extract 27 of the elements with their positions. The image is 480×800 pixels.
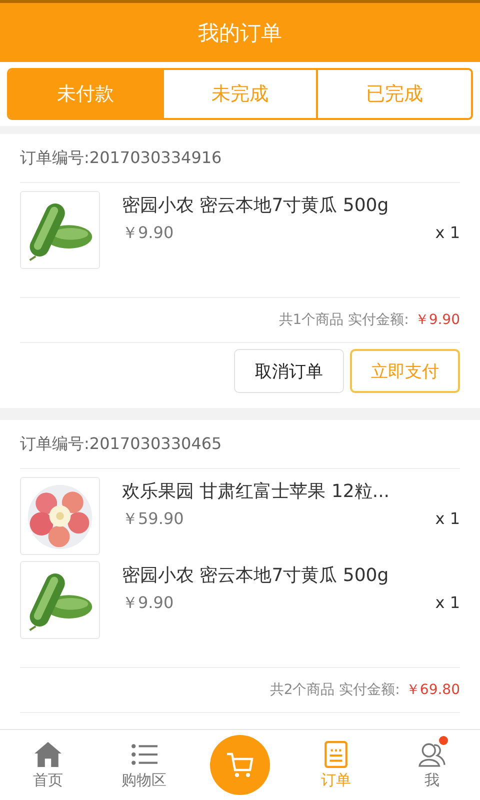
nav-tab[interactable]: 订单 <box>288 730 384 800</box>
product-name: 密园小农 密云本地7寸黄瓜 500g <box>122 564 390 587</box>
page-title: 我的订单 <box>0 3 480 62</box>
product-name: 密园小农 密云本地7寸黄瓜 500g <box>122 194 390 217</box>
order-number: 订单编号:2017030330465 <box>20 420 460 469</box>
nav-tab[interactable]: 我 <box>384 730 480 800</box>
order-summary: 共2个商品 实付金额: <box>270 681 400 699</box>
product-price: ￥59.90 <box>122 509 184 530</box>
nav-tab[interactable]: 购物区 <box>96 730 192 800</box>
product-quantity: x 1 <box>435 223 460 244</box>
order-total: ￥9.90 <box>414 311 460 329</box>
order-total: ￥69.80 <box>406 681 460 699</box>
home-icon <box>33 740 63 768</box>
nav-tab[interactable]: 首页 <box>0 730 96 800</box>
product-name: 欢乐果园 甘肃红富士苹果 12粒... <box>122 480 391 503</box>
product-price: ￥9.90 <box>122 593 174 614</box>
order-tab[interactable]: 已完成 <box>316 70 471 118</box>
order-summary: 共1个商品 实付金额: <box>278 311 409 329</box>
order-number: 订单编号:2017030334916 <box>20 134 460 183</box>
product-quantity: x 1 <box>435 593 460 614</box>
cart-icon <box>225 751 255 779</box>
cancel-order-button[interactable]: 取消订单 <box>234 349 344 393</box>
product-quantity: x 1 <box>435 509 460 530</box>
pay-button[interactable]: 立即支付 <box>350 349 460 393</box>
product-price: ￥9.90 <box>122 223 174 244</box>
order-tab[interactable]: 未付款 <box>9 70 162 118</box>
user-icon <box>417 740 447 768</box>
